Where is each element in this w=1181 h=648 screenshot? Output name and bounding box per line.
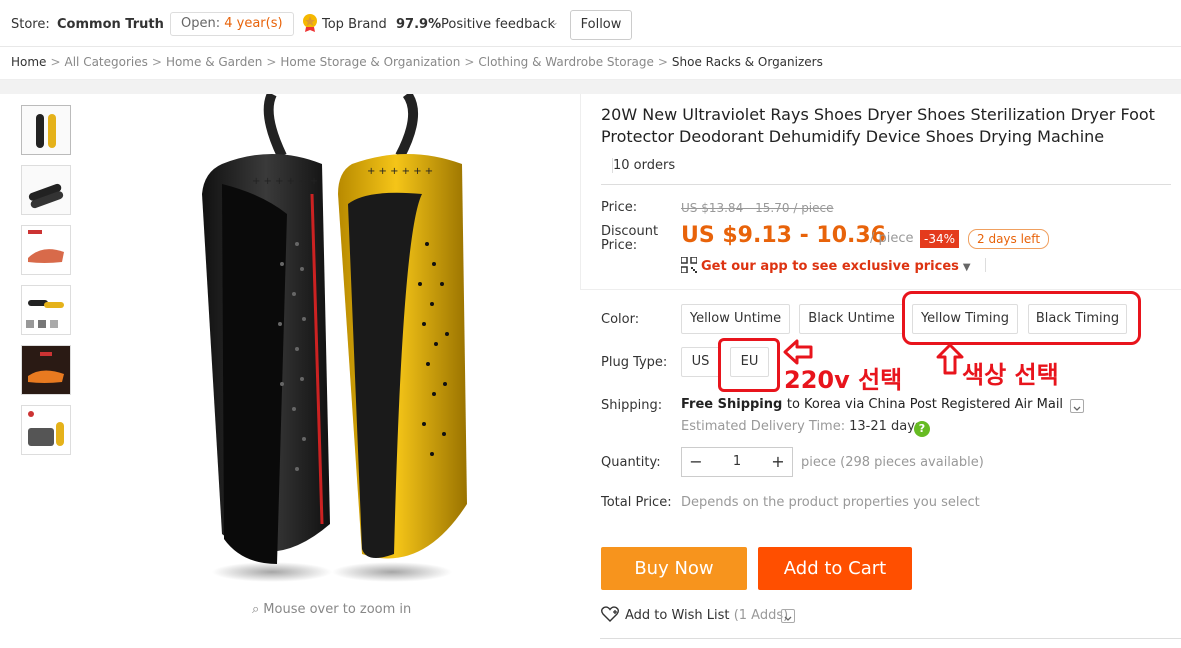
orders-count: 10 orders xyxy=(612,158,676,173)
plug-option-eu[interactable]: EU xyxy=(730,347,769,377)
chevron-down-icon[interactable]: ⌄ xyxy=(551,18,559,28)
feedback-label[interactable]: Positive feedback xyxy=(441,17,555,32)
price-label: Price: xyxy=(601,200,638,215)
available-pieces: piece (298 pieces available) xyxy=(801,455,984,470)
product-gallery: + + + + + + + + + + + + ⌕ Mouse over to z… xyxy=(12,91,581,647)
gallery-thumbnail[interactable] xyxy=(21,405,71,455)
color-option-black-untime[interactable]: Black Untime xyxy=(799,304,904,334)
breadcrumb-item[interactable]: All Categories xyxy=(65,55,148,69)
zoom-hint: ⌕ Mouse over to zoom in xyxy=(252,602,411,617)
product-title: 20W New Ultraviolet Rays Shoes Dryer Sho… xyxy=(601,105,1155,146)
breadcrumb-bar: Home > All Categories > Home & Garden > Home S… xyxy=(0,47,1181,80)
buy-now-button[interactable]: Buy Now xyxy=(601,547,747,590)
discount-badge: -34% xyxy=(920,230,960,248)
divider xyxy=(600,638,1181,639)
search-icon: ⌕ xyxy=(252,602,260,617)
days-left-badge: 2 days left xyxy=(968,229,1050,249)
zoom-hint-text: Mouse over to zoom in xyxy=(263,602,412,617)
arrow-up-icon xyxy=(936,343,964,379)
app-promo-text: Get our app to see exclusive prices xyxy=(701,259,959,274)
color-option-black-timing[interactable]: Black Timing xyxy=(1028,304,1127,334)
wish-list-dropdown-button[interactable] xyxy=(781,609,795,623)
caret-down-icon: ▼ xyxy=(962,262,971,273)
open-value: 4 year(s) xyxy=(224,16,283,31)
quantity-input[interactable] xyxy=(722,448,752,476)
top-brand-label: Top Brand xyxy=(322,17,387,32)
shipping-label: Shipping: xyxy=(601,398,663,413)
free-shipping: Free Shipping xyxy=(681,397,783,412)
gallery-thumbnail[interactable] xyxy=(21,165,71,215)
feedback-percent: 97.9% xyxy=(396,17,442,32)
discount-price-label-2: Price: xyxy=(601,238,638,253)
store-label: Store: xyxy=(11,17,50,32)
gallery-thumbnail[interactable] xyxy=(21,345,71,395)
annotation-plug-note: 220v 선택 xyxy=(784,366,903,394)
svg-text:+ + + + + +: + + + + + + xyxy=(252,176,318,187)
breadcrumb: Home > All Categories > Home & Garden > Home S… xyxy=(11,55,823,69)
quantity-label: Quantity: xyxy=(601,455,661,470)
breadcrumb-item[interactable]: Home Storage & Organization xyxy=(280,55,460,69)
plug-option-us[interactable]: US xyxy=(681,347,720,377)
price-unit: / piece xyxy=(870,231,914,246)
store-bar: Store: Common Truth Open: 4 year(s) Top … xyxy=(0,0,1181,47)
svg-text:+ + + + + +: + + + + + + xyxy=(367,166,433,177)
estimated-delivery-days: 13-21 days xyxy=(849,419,922,434)
wish-list-count: (1 Adds) xyxy=(733,608,789,623)
minus-icon[interactable]: − xyxy=(682,448,710,476)
estimated-delivery-label: Estimated Delivery Time: xyxy=(681,419,846,434)
gallery-thumbnail[interactable] xyxy=(21,105,71,155)
breadcrumb-item[interactable]: Home & Garden xyxy=(166,55,262,69)
add-to-cart-button[interactable]: Add to Cart xyxy=(758,547,912,590)
discount-price-label-1: Discount xyxy=(601,224,659,239)
section-divider xyxy=(0,80,1181,94)
open-label: Open: xyxy=(181,16,221,31)
breadcrumb-item[interactable]: Clothing & Wardrobe Storage xyxy=(478,55,653,69)
app-promo-link[interactable]: Get our app to see exclusive prices ▼ xyxy=(680,256,987,277)
wish-list-label: Add to Wish List xyxy=(625,608,730,623)
store-name[interactable]: Common Truth xyxy=(57,17,164,32)
orders-row: 10 orders xyxy=(601,156,1171,185)
product-main-image[interactable]: + + + + + + + + + + + + xyxy=(162,91,492,594)
help-icon[interactable]: ? xyxy=(914,421,930,437)
color-option-yellow-untime[interactable]: Yellow Untime xyxy=(681,304,790,334)
color-option-yellow-timing[interactable]: Yellow Timing xyxy=(912,304,1018,334)
heart-icon xyxy=(601,606,619,626)
plug-type-label: Plug Type: xyxy=(601,355,668,370)
discount-price: US $9.13 - 10.36 xyxy=(681,223,886,248)
gallery-thumbnail[interactable] xyxy=(21,285,71,335)
annotation-color-note: 색상 선택 xyxy=(962,361,1059,389)
top-brand-icon xyxy=(301,13,319,37)
shipping-method: Free Shipping to Korea via China Post Re… xyxy=(681,397,1063,412)
quantity-stepper: − + xyxy=(681,447,793,477)
follow-button[interactable]: Follow xyxy=(570,10,632,40)
estimated-delivery: Estimated Delivery Time: 13-21 days xyxy=(681,419,922,434)
total-price-label: Total Price: xyxy=(601,495,672,510)
shipping-destination: to Korea via China Post Registered Air M… xyxy=(786,397,1064,412)
original-price: US $13.84 - 15.70 / piece xyxy=(681,201,834,215)
breadcrumb-current[interactable]: Shoe Racks & Organizers xyxy=(672,55,823,69)
qr-code-icon xyxy=(680,256,698,277)
add-to-wish-list[interactable]: Add to Wish List (1 Adds) xyxy=(601,606,788,626)
color-label: Color: xyxy=(601,312,640,327)
total-price-value: Depends on the product properties you se… xyxy=(681,495,980,510)
breadcrumb-item[interactable]: Home xyxy=(11,55,46,69)
shipping-dropdown-button[interactable] xyxy=(1070,399,1084,413)
gallery-thumbnail[interactable] xyxy=(21,225,71,275)
plus-icon[interactable]: + xyxy=(764,448,792,476)
store-open-badge: Open: 4 year(s) xyxy=(170,12,294,36)
